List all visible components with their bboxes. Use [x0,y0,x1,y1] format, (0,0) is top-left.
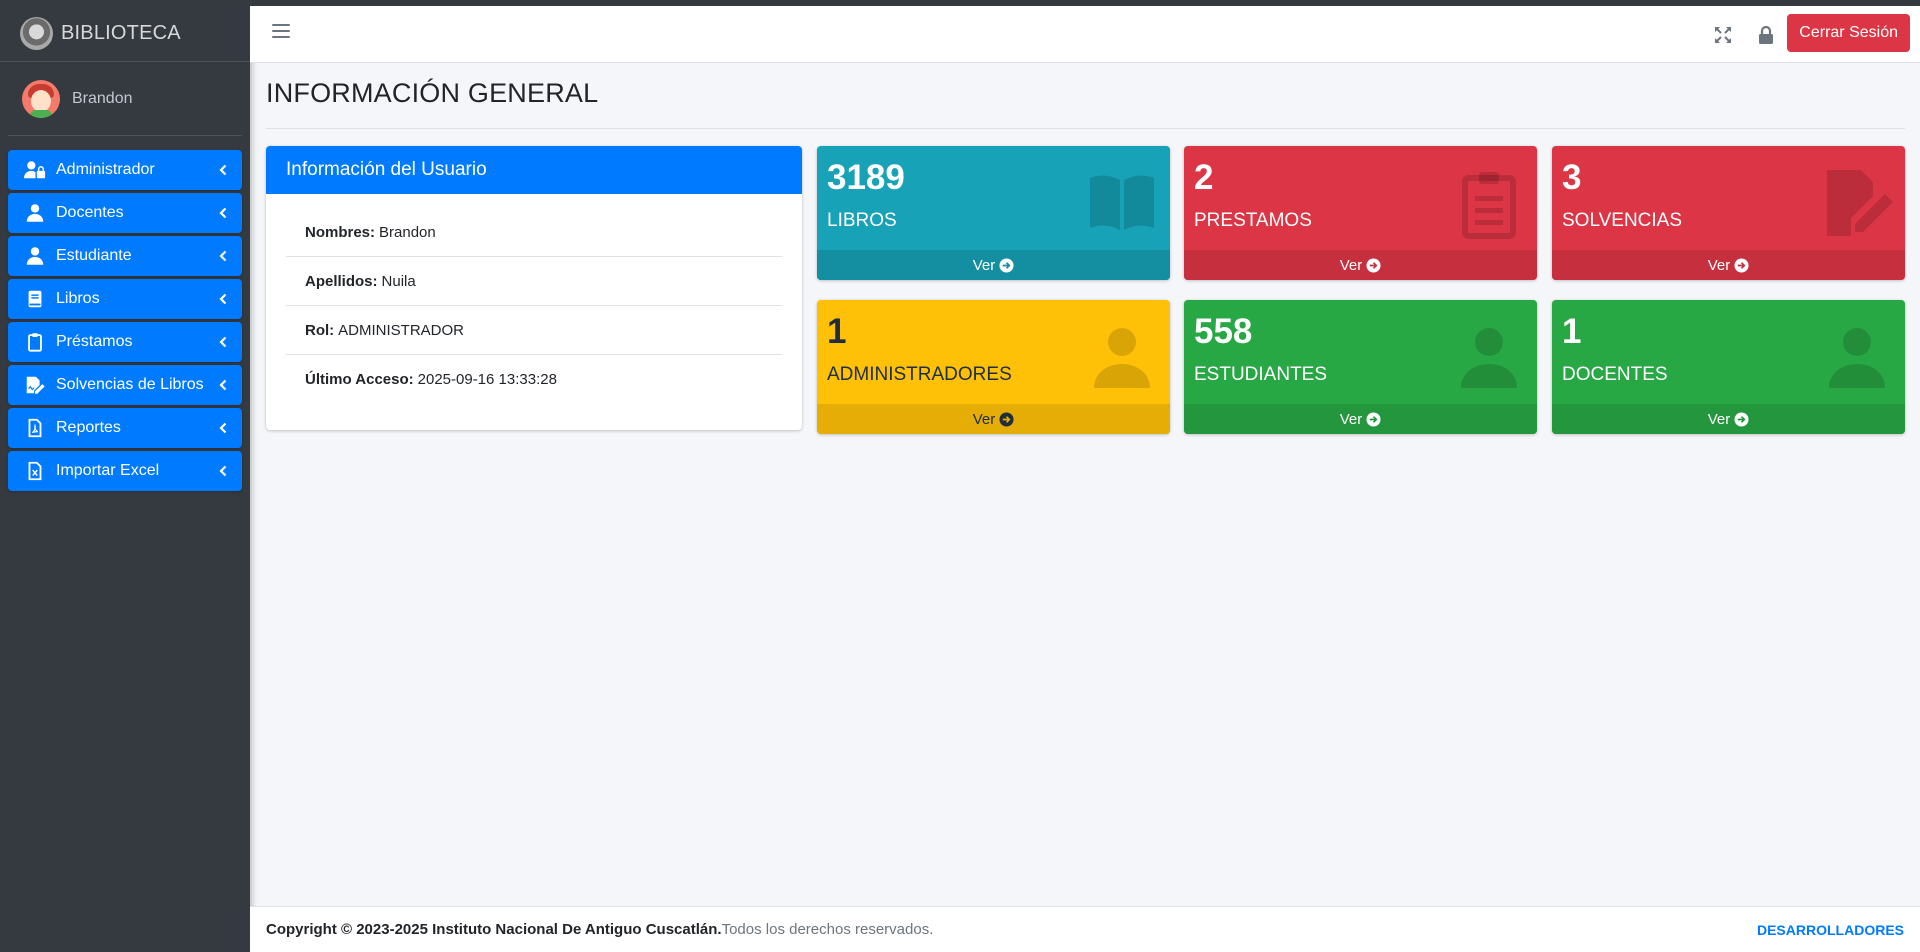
sidebar-item-importar-excel[interactable]: Importar Excel [8,451,242,491]
arrow-circle-right-icon [1734,257,1749,273]
sidebar-item-label: Docentes [56,204,124,221]
lock-icon[interactable] [1755,24,1777,46]
sidebar: BIBLIOTECA Brandon Administrador Docente… [0,6,250,952]
fullscreen-icon[interactable] [1712,24,1734,46]
avatar [22,79,60,118]
stat-value: 558 [1194,312,1253,351]
stat-box-docentes: 1 DOCENTES Ver [1552,300,1905,434]
file-signature-icon [26,376,45,394]
sidebar-item-label: Préstamos [56,333,133,350]
stat-value: 2 [1194,158,1214,197]
stat-value: 1 [1562,312,1582,351]
file-pdf-icon [28,418,42,438]
sidebar-item-label: Libros [56,290,100,307]
copyright: Copyright © 2023-2025 Instituto Nacional… [266,921,934,938]
info-row-rol: Rol: ADMINISTRADOR [286,306,782,355]
sidebar-item-reportes[interactable]: Reportes [8,408,242,448]
user-panel: Brandon [8,62,242,136]
stat-label: DOCENTES [1562,364,1668,385]
sidebar-item-label: Estudiante [56,247,132,264]
sidebar-item-label: Importar Excel [56,462,160,479]
stat-box-prestamos: 2 PRESTAMOS Ver [1184,146,1537,280]
sidebar-item-prestamos[interactable]: Préstamos [8,322,242,362]
stat-label: LIBROS [827,210,897,231]
window-top-strip [0,0,1920,6]
stat-label: ESTUDIANTES [1194,364,1328,385]
info-row-apellidos: Apellidos: Nuila [286,257,782,306]
stat-label: ADMINISTRADORES [827,364,1012,385]
chevron-left-icon [219,250,227,262]
sidebar-item-label: Administrador [56,161,155,178]
chevron-left-icon [219,293,227,305]
ver-link[interactable]: Ver [1184,404,1537,434]
user-icon [1829,328,1885,388]
arrow-circle-right-icon [1734,411,1749,427]
sidebar-item-label: Solvencias de Libros [56,376,204,393]
chevron-left-icon [219,336,227,348]
ver-link[interactable]: Ver [817,404,1170,434]
sidebar-nav: Administrador Docentes Estudiante Libros… [0,136,250,491]
user-name[interactable]: Brandon [72,90,133,108]
menu-toggle-icon[interactable] [272,24,290,44]
card-title: Información del Usuario [266,146,802,194]
book-icon [28,290,42,308]
user-icon [1094,328,1150,388]
stat-value: 3189 [827,158,905,197]
user-icon [26,247,44,265]
chevron-left-icon [219,465,227,477]
logout-button[interactable]: Cerrar Sesión [1787,14,1910,52]
chevron-left-icon [219,422,227,434]
arrow-circle-right-icon [1366,257,1381,273]
user-info-card: Información del Usuario Nombres: Brandon … [266,146,802,430]
book-open-icon [1090,175,1154,230]
info-row-ultimo-acceso: Último Acceso: 2025-09-16 13:33:28 [305,371,557,388]
stat-box-solvencias: 3 SOLVENCIAS Ver [1552,146,1905,280]
stat-label: PRESTAMOS [1194,210,1312,231]
arrow-circle-right-icon [999,257,1014,273]
top-navbar: Cerrar Sesión [250,6,1920,63]
ver-link[interactable]: Ver [1552,250,1905,280]
page-footer: Copyright © 2023-2025 Instituto Nacional… [250,906,1920,952]
arrow-circle-right-icon [1366,411,1381,427]
sidebar-item-label: Reportes [56,419,121,436]
file-excel-icon [28,461,42,481]
stat-box-administradores: 1 ADMINISTRADORES Ver [817,300,1170,434]
chevron-left-icon [219,379,227,391]
user-icon [1461,328,1517,388]
user-info-list: Nombres: Brandon Apellidos: Nuila Rol: ADMI… [266,194,802,404]
arrow-circle-right-icon [999,411,1014,427]
file-signature-icon [1827,170,1893,236]
clipboard-list-icon [1462,172,1516,239]
user-icon [26,204,44,222]
chevron-left-icon [219,207,227,219]
stat-box-estudiantes: 558 ESTUDIANTES Ver [1184,300,1537,434]
sidebar-item-docentes[interactable]: Docentes [8,193,242,233]
divider [266,128,1905,129]
stat-value: 1 [827,312,847,351]
stat-label: SOLVENCIAS [1562,210,1683,231]
sidebar-item-administrador[interactable]: Administrador [8,150,242,190]
page-title: INFORMACIÓN GENERAL [266,78,599,108]
ver-link[interactable]: Ver [1552,404,1905,434]
ver-link[interactable]: Ver [817,250,1170,280]
sidebar-item-solvencias-de-libros[interactable]: Solvencias de Libros [8,365,242,405]
brand-logo [20,17,53,50]
brand-link[interactable]: BIBLIOTECA [0,6,250,62]
sidebar-item-estudiante[interactable]: Estudiante [8,236,242,276]
stat-box-libros: 3189 LIBROS Ver [817,146,1170,280]
sidebar-item-libros[interactable]: Libros [8,279,242,319]
stat-value: 3 [1562,158,1582,197]
chevron-left-icon [219,164,227,176]
ver-link[interactable]: Ver [1184,250,1537,280]
developers-link[interactable]: DESARROLLADORES [1757,922,1904,938]
info-row-nombres: Nombres: Brandon [286,208,782,257]
clipboard-icon [28,333,42,352]
user-lock-icon [24,161,46,179]
brand-name: BIBLIOTECA [61,22,181,44]
